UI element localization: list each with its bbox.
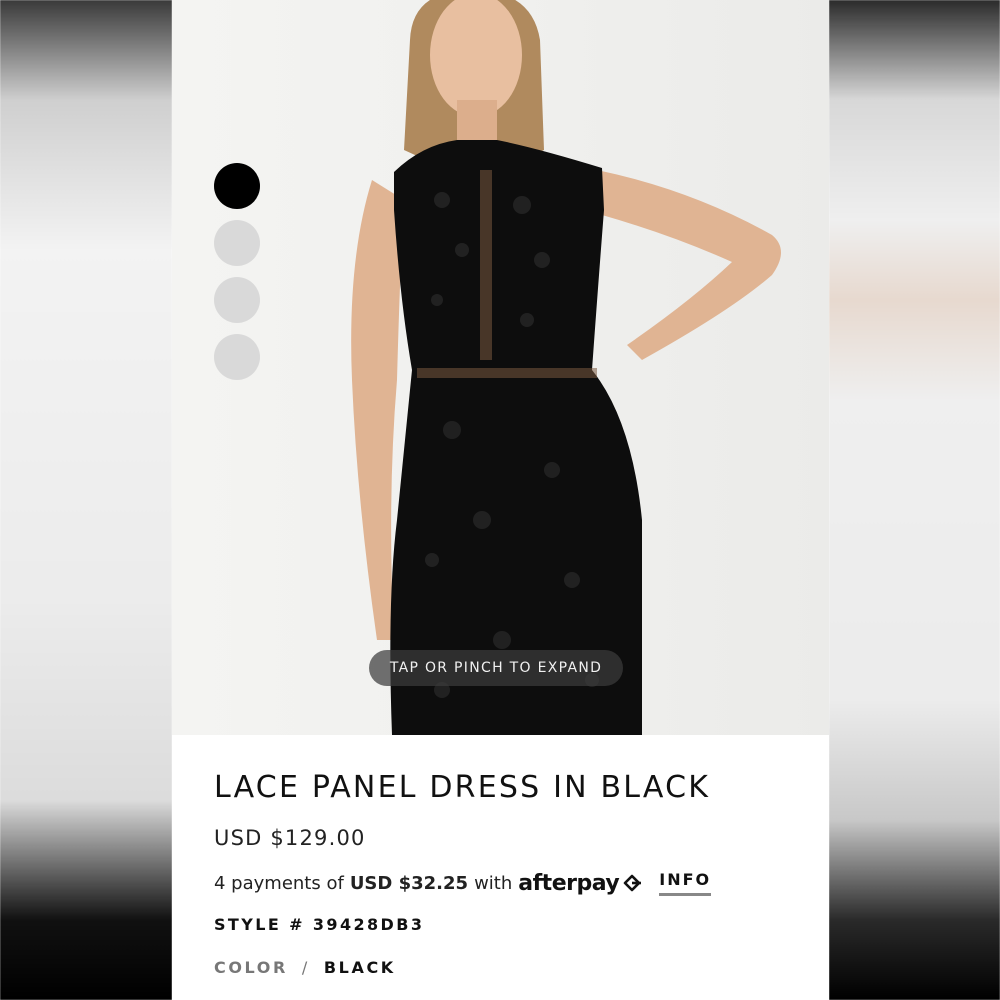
product-card: TAP OR PINCH TO EXPAND LACE PANEL DRESS … bbox=[172, 0, 829, 1000]
image-dot-1[interactable] bbox=[214, 163, 260, 209]
image-dot-3[interactable] bbox=[214, 277, 260, 323]
color-value: BLACK bbox=[323, 958, 396, 977]
afterpay-info-link[interactable]: INFO bbox=[659, 870, 712, 896]
model-photo bbox=[351, 0, 781, 735]
afterpay-brand: afterpay bbox=[518, 870, 620, 896]
image-dot-2[interactable] bbox=[214, 220, 260, 266]
image-pagination bbox=[214, 163, 260, 391]
afterpay-prefix: 4 payments of bbox=[214, 872, 344, 894]
expand-hint-pill[interactable]: TAP OR PINCH TO EXPAND bbox=[369, 650, 623, 686]
style-number: STYLE # 39428DB3 bbox=[214, 915, 425, 934]
image-dot-4[interactable] bbox=[214, 334, 260, 380]
afterpay-logo: afterpay bbox=[518, 871, 645, 896]
color-selection: COLOR / BLACK bbox=[214, 958, 396, 977]
color-label: COLOR bbox=[214, 958, 288, 977]
afterpay-amount: USD $32.25 bbox=[349, 872, 469, 894]
afterpay-arrows-icon bbox=[623, 874, 642, 892]
color-separator: / bbox=[301, 958, 310, 977]
product-image[interactable]: TAP OR PINCH TO EXPAND bbox=[172, 0, 829, 735]
product-price: USD $129.00 bbox=[214, 826, 366, 850]
blurred-background-left bbox=[0, 0, 172, 1000]
expand-hint-text: TAP OR PINCH TO EXPAND bbox=[389, 660, 603, 676]
afterpay-installments: 4 payments of USD $32.25 with afterpay I… bbox=[214, 870, 712, 896]
blurred-background-right bbox=[829, 0, 1000, 1000]
afterpay-with: with bbox=[474, 872, 513, 894]
product-title: LACE PANEL DRESS IN BLACK bbox=[214, 770, 711, 805]
